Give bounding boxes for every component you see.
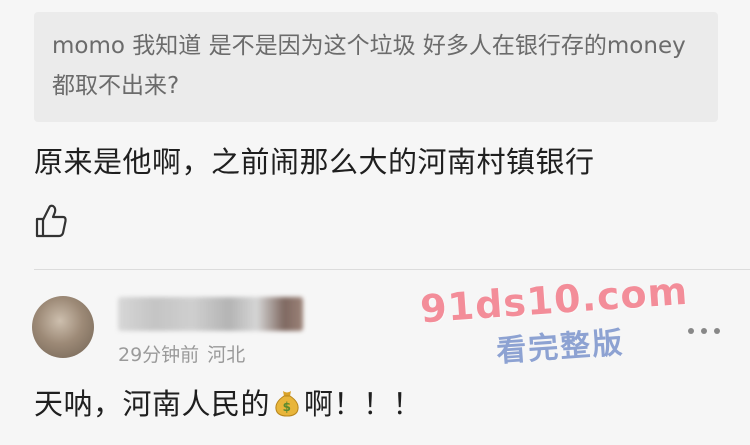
quoted-comment-text: momo 我知道 是不是因为这个垃圾 好多人在银行存的money都取不出来?	[52, 33, 686, 99]
comment-text: 天呐，河南人民的 $ 啊！！！	[34, 382, 422, 426]
money-bag-icon: $	[275, 391, 299, 417]
watermark-subtitle: 看完整版	[495, 325, 626, 370]
comment-text-part1: 天呐，河南人民的	[34, 387, 271, 421]
comment-divider	[34, 269, 750, 270]
thumbs-up-icon[interactable]	[34, 203, 68, 239]
comment-meta: 29分钟前 河北	[118, 340, 245, 367]
quoted-comment-box[interactable]: momo 我知道 是不是因为这个垃圾 好多人在银行存的money都取不出来?	[34, 12, 718, 122]
svg-text:$: $	[283, 400, 292, 414]
comment-location: 河北	[207, 344, 246, 366]
user-avatar[interactable]	[32, 296, 94, 358]
more-dots-icon[interactable]	[686, 324, 722, 338]
comment-text-part2: 啊！！！	[304, 387, 423, 421]
reply-comment-text: 原来是他啊，之前闹那么大的河南村镇银行	[34, 145, 595, 179]
username-blurred[interactable]	[118, 297, 303, 331]
comment-time: 29分钟前	[118, 344, 200, 366]
